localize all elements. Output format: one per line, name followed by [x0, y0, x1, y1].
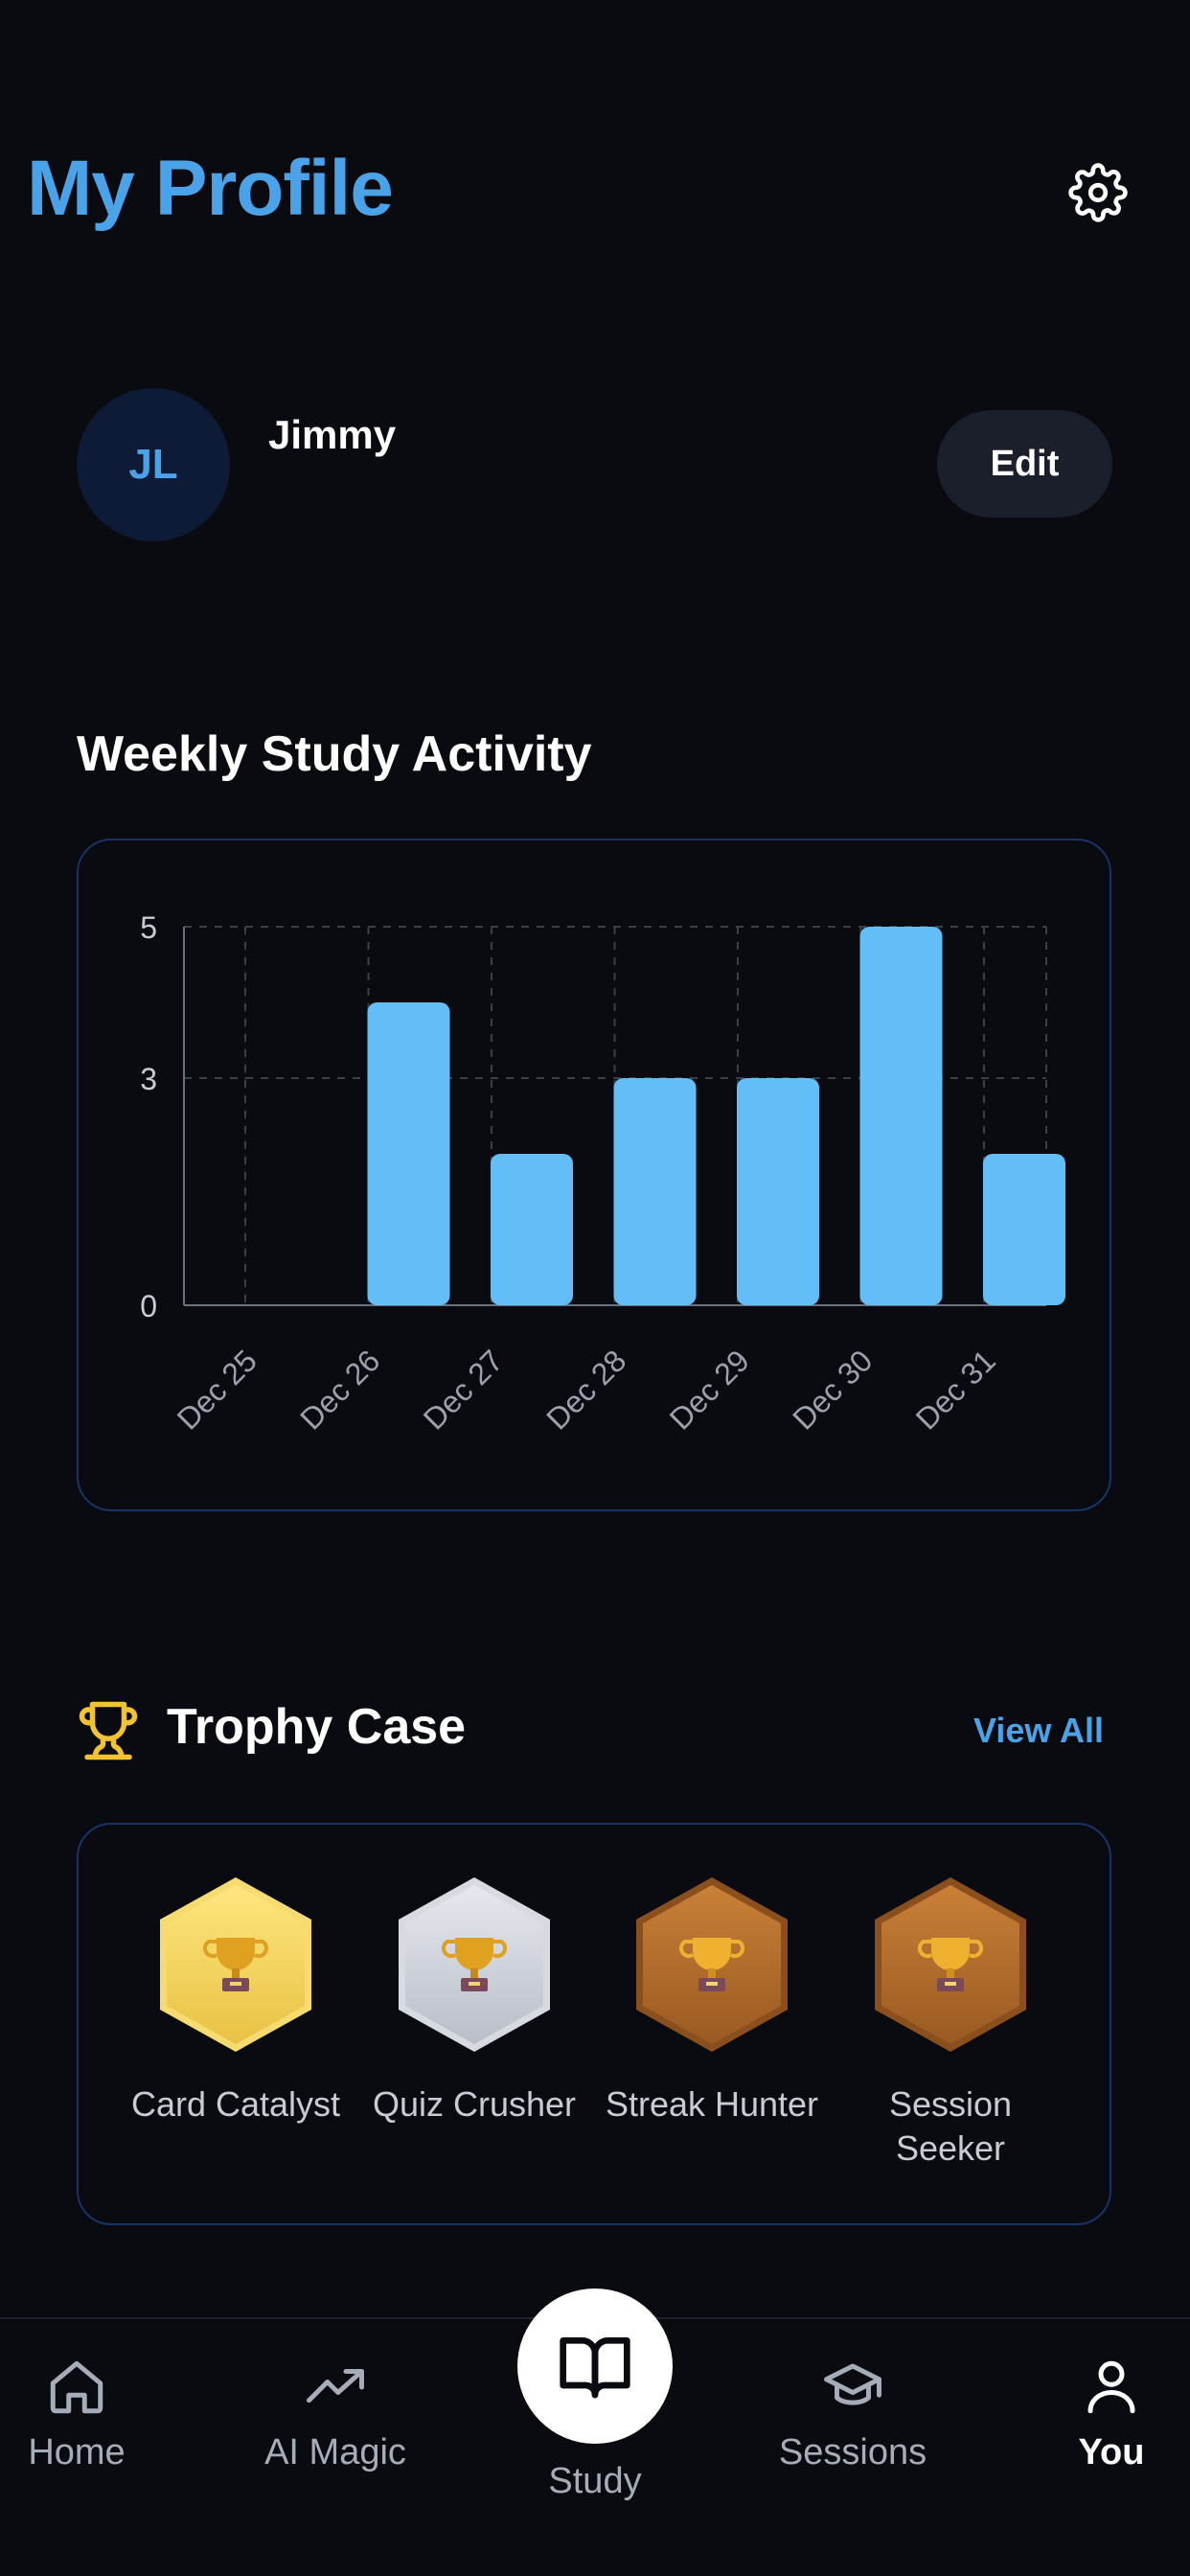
graduation-cap-icon — [824, 2363, 881, 2405]
y-tick-label: 3 — [140, 1062, 157, 1096]
bar — [491, 1154, 573, 1305]
badge-label: Quiz Crusher — [372, 2084, 577, 2124]
trending-up-icon — [307, 2369, 364, 2404]
weekly-activity-chart: 0 3 5 Dec 25 Dec 26 Dec 27 Dec 28 Dec 29 Dec 30 D… — [140, 910, 1065, 1437]
gear-icon — [1068, 163, 1128, 222]
badge-card-catalyst[interactable]: Card Catalyst — [131, 1874, 340, 2127]
tab-label: Sessions — [778, 2432, 927, 2472]
tab-sessions[interactable]: Sessions — [738, 2356, 968, 2473]
tab-study-button[interactable] — [517, 2288, 673, 2444]
bar — [613, 1078, 697, 1305]
user-icon — [1087, 2360, 1135, 2414]
bar — [859, 927, 943, 1305]
user-name: Jimmy — [268, 412, 397, 457]
avatar[interactable]: JL — [77, 388, 230, 541]
x-tick-label: Dec 29 — [663, 1343, 756, 1436]
gold-trophy-badge-icon — [160, 1877, 311, 2052]
tab-label: You — [1078, 2432, 1145, 2472]
edit-profile-button[interactable]: Edit — [937, 410, 1112, 518]
tab-home[interactable]: Home — [0, 2356, 192, 2473]
y-tick-label: 0 — [140, 1289, 157, 1323]
x-tick-label: Dec 25 — [171, 1343, 263, 1436]
open-book-icon — [560, 2337, 630, 2399]
tab-study-label[interactable]: Study — [498, 2461, 692, 2502]
bronze-trophy-badge-icon — [875, 1877, 1026, 2052]
badge-label: Streak Hunter — [605, 2084, 819, 2124]
weekly-activity-chart-card: 0 3 5 Dec 25 Dec 26 Dec 27 Dec 28 Dec 29 Dec 30 D… — [77, 839, 1111, 1511]
bar — [983, 1154, 1065, 1305]
settings-button[interactable] — [1064, 158, 1133, 227]
badge-label: Session Seeker — [888, 2084, 1013, 2168]
trophy-icon — [79, 1701, 138, 1760]
x-tick-label: Dec 31 — [909, 1343, 1002, 1436]
home-icon — [50, 2360, 103, 2414]
badge-streak-hunter[interactable]: Streak Hunter — [606, 1874, 818, 2127]
weekly-activity-title: Weekly Study Activity — [77, 726, 592, 782]
tab-label: Home — [28, 2432, 126, 2472]
tab-you[interactable]: You — [996, 2356, 1190, 2473]
x-tick-label: Dec 26 — [293, 1343, 386, 1436]
bar — [367, 1002, 450, 1305]
view-all-link[interactable]: View All — [973, 1711, 1104, 1751]
x-tick-label: Dec 30 — [786, 1343, 879, 1436]
x-tick-label: Dec 27 — [417, 1343, 510, 1436]
y-tick-label: 5 — [140, 910, 157, 945]
tab-label: AI Magic — [264, 2432, 406, 2472]
silver-trophy-badge-icon — [399, 1877, 550, 2052]
page-title: My Profile — [27, 145, 394, 232]
bar — [737, 1078, 819, 1305]
tab-ai-magic[interactable]: AI Magic — [220, 2356, 450, 2473]
x-tick-label: Dec 28 — [539, 1343, 632, 1436]
badge-label: Card Catalyst — [130, 2084, 341, 2124]
trophy-case-title: Trophy Case — [167, 1699, 467, 1755]
badge-quiz-crusher[interactable]: Quiz Crusher — [373, 1874, 576, 2127]
bronze-trophy-badge-icon — [636, 1877, 788, 2052]
badge-session-seeker[interactable]: Session Seeker — [864, 1874, 1037, 2171]
